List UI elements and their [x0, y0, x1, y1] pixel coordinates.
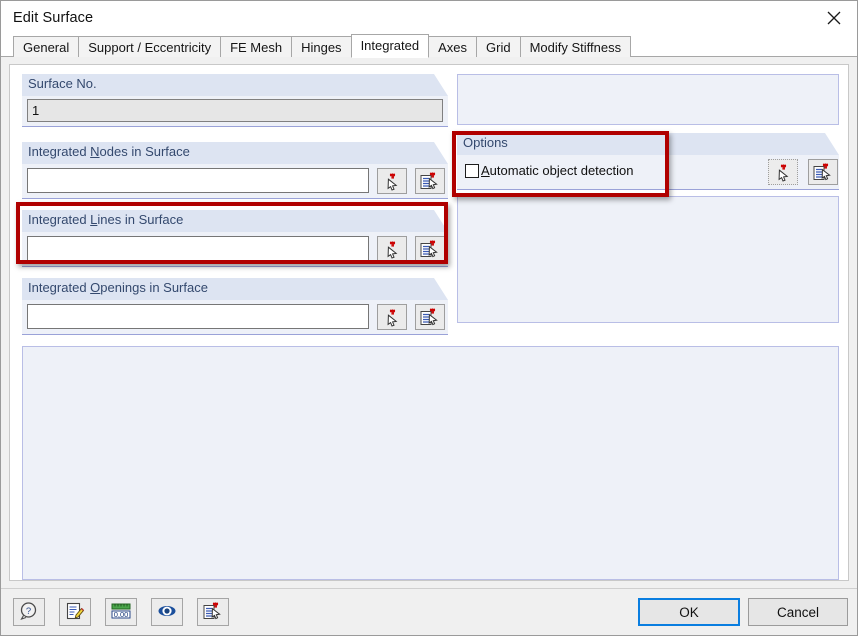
integrated-nodes-select-from-list-button[interactable] [415, 168, 445, 194]
right-lower-empty-box [457, 196, 839, 323]
integrated-openings-input[interactable] [27, 304, 369, 329]
group-integrated-openings-body [22, 300, 448, 335]
group-integrated-openings-title: Integrated Openings in Surface [28, 280, 208, 295]
integrated-lines-pick-button[interactable] [377, 236, 407, 262]
group-integrated-openings-header: Integrated Openings in Surface [22, 278, 448, 300]
units-icon: 0,00 [110, 601, 132, 624]
group-surface-no-title: Surface No. [28, 76, 97, 91]
group-integrated-nodes-title: Integrated Nodes in Surface [28, 144, 190, 159]
tab-content-integrated: Surface No. 1 Integrated Nodes in Surfac… [1, 56, 857, 588]
view-button[interactable] [151, 598, 183, 626]
view-eye-icon [156, 602, 178, 623]
help-button[interactable]: ? [13, 598, 45, 626]
group-options-body: Automatic object detection [457, 155, 839, 190]
tab-support-eccentricity[interactable]: Support / Eccentricity [78, 36, 221, 57]
integrated-lines-select-from-list-button[interactable] [415, 236, 445, 262]
tab-modify-stiffness[interactable]: Modify Stiffness [520, 36, 632, 57]
edit-note-icon [65, 601, 85, 624]
group-integrated-lines: Integrated Lines in Surface [22, 210, 448, 267]
integrated-lines-input[interactable] [27, 236, 369, 261]
group-integrated-nodes: Integrated Nodes in Surface [22, 142, 448, 199]
group-surface-no-header: Surface No. [22, 74, 448, 96]
pick-from-list-icon [812, 162, 834, 182]
group-integrated-lines-body [22, 232, 448, 267]
ok-button[interactable]: OK [638, 598, 740, 626]
group-integrated-lines-header: Integrated Lines in Surface [22, 210, 448, 232]
pick-cursor-icon [382, 171, 402, 191]
edit-surface-dialog: Edit Surface General Support / Eccentric… [0, 0, 858, 636]
edit-note-button[interactable] [59, 598, 91, 626]
integrated-nodes-input[interactable] [27, 168, 369, 193]
window-title: Edit Surface [13, 10, 93, 26]
svg-text:0,00: 0,00 [114, 610, 129, 619]
tab-integrated[interactable]: Integrated [351, 34, 430, 58]
right-top-empty-box [457, 74, 839, 125]
group-surface-no: Surface No. 1 [22, 74, 448, 127]
group-integrated-openings: Integrated Openings in Surface [22, 278, 448, 335]
tab-fe-mesh[interactable]: FE Mesh [220, 36, 292, 57]
pick-from-list-icon [202, 601, 224, 624]
tab-axes[interactable]: Axes [428, 36, 477, 57]
bottom-large-empty-box [22, 346, 839, 580]
close-icon [827, 11, 841, 25]
dialog-footer: ? 0,00 [1, 588, 857, 635]
integrated-openings-select-from-list-button[interactable] [415, 304, 445, 330]
automatic-object-detection-checkbox[interactable] [465, 164, 479, 178]
pick-cursor-icon [382, 307, 402, 327]
automatic-object-detection-checkbox-row[interactable]: Automatic object detection [465, 163, 633, 178]
pick-cursor-icon [382, 239, 402, 259]
group-integrated-lines-title: Integrated Lines in Surface [28, 212, 183, 227]
group-options-header: Options [457, 133, 839, 155]
integrated-nodes-pick-button[interactable] [377, 168, 407, 194]
tab-strip: General Support / Eccentricity FE Mesh H… [1, 35, 857, 57]
pick-from-list-icon [419, 171, 441, 191]
integrated-openings-pick-button[interactable] [377, 304, 407, 330]
group-integrated-nodes-body [22, 164, 448, 199]
title-bar: Edit Surface [1, 1, 857, 35]
group-options-title: Options [463, 135, 508, 150]
surface-no-field[interactable]: 1 [27, 99, 443, 122]
tab-hinges[interactable]: Hinges [291, 36, 351, 57]
close-button[interactable] [811, 1, 857, 35]
select-from-list-button[interactable] [197, 598, 229, 626]
tab-general[interactable]: General [13, 36, 79, 57]
pick-from-list-icon [419, 307, 441, 327]
units-button[interactable]: 0,00 [105, 598, 137, 626]
content-panel: Surface No. 1 Integrated Nodes in Surfac… [9, 64, 849, 581]
options-pick-button[interactable] [768, 159, 798, 185]
svg-text:?: ? [26, 606, 31, 617]
group-integrated-nodes-header: Integrated Nodes in Surface [22, 142, 448, 164]
help-icon: ? [19, 601, 39, 624]
pick-from-list-icon [419, 239, 441, 259]
options-select-from-list-button[interactable] [808, 159, 838, 185]
tab-grid[interactable]: Grid [476, 36, 521, 57]
cancel-button[interactable]: Cancel [748, 598, 848, 626]
pick-cursor-icon [773, 162, 793, 182]
group-options: Options Automatic object detection [457, 133, 839, 190]
group-surface-no-body: 1 [22, 96, 448, 127]
automatic-object-detection-label: Automatic object detection [481, 163, 633, 178]
